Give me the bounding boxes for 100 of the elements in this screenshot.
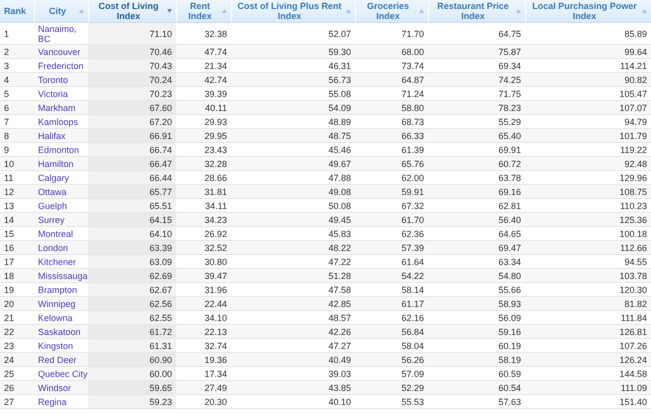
- city-link[interactable]: Windsor: [38, 382, 72, 392]
- table-cell: 107.26: [525, 338, 651, 352]
- table-cell: 68.00: [355, 44, 428, 58]
- city-link[interactable]: Regina: [38, 396, 67, 406]
- city-link[interactable]: Kamloops: [38, 116, 78, 126]
- table-cell: 59.23: [88, 394, 176, 408]
- city-link[interactable]: Kitchener: [38, 256, 76, 266]
- table-cell: 40.49: [231, 352, 355, 366]
- city-link[interactable]: Montreal: [38, 228, 74, 238]
- table-cell: 55.29: [428, 114, 525, 128]
- table-cell: 56.40: [428, 212, 525, 226]
- rank-cell: 8: [0, 128, 34, 142]
- table-cell: 54.80: [428, 268, 525, 282]
- table-cell: 20.30: [176, 394, 231, 408]
- column-header[interactable]: Rent Index: [176, 0, 231, 22]
- table-cell: 60.54: [428, 380, 525, 394]
- rank-cell: 12: [0, 184, 34, 198]
- table-cell: 46.31: [231, 58, 355, 72]
- rank-cell: 24: [0, 352, 34, 366]
- table-cell: 112.66: [525, 240, 651, 254]
- column-header[interactable]: Restaurant Price Index: [428, 0, 525, 22]
- city-link[interactable]: Brampton: [38, 284, 78, 294]
- table-cell: 66.91: [88, 128, 176, 142]
- table-cell: 69.91: [428, 142, 525, 156]
- table-cell: 61.70: [355, 212, 428, 226]
- table-cell: 63.78: [428, 170, 525, 184]
- city-link[interactable]: Edmonton: [38, 144, 80, 154]
- table-cell: 64.65: [428, 226, 525, 240]
- table-cell: 40.11: [176, 100, 231, 114]
- table-cell: 65.40: [428, 128, 525, 142]
- city-link[interactable]: Calgary: [38, 172, 70, 182]
- city-link[interactable]: Kelowna: [38, 312, 73, 322]
- table-cell: 47.58: [231, 282, 355, 296]
- table-cell: 100.18: [525, 226, 651, 240]
- rank-cell: 4: [0, 72, 34, 86]
- city-link[interactable]: Hamilton: [38, 158, 74, 168]
- table-cell: 90.82: [525, 72, 651, 86]
- column-header[interactable]: Rank: [0, 0, 34, 22]
- table-cell: 51.28: [231, 268, 355, 282]
- table-cell: 17.34: [176, 366, 231, 380]
- table-cell: 126.24: [525, 352, 651, 366]
- table-cell: 59.30: [231, 44, 355, 58]
- city-link[interactable]: Red Deer: [38, 354, 77, 364]
- table-cell: 75.87: [428, 44, 525, 58]
- city-link[interactable]: Surrey: [38, 214, 65, 224]
- table-cell: 114.21: [525, 58, 651, 72]
- table-cell: 48.22: [231, 240, 355, 254]
- rank-cell: 5: [0, 86, 34, 100]
- table-cell: 32.28: [176, 156, 231, 170]
- table-cell: 74.25: [428, 72, 525, 86]
- table-cell: 27.49: [176, 380, 231, 394]
- city-link[interactable]: Mississauga: [38, 270, 88, 280]
- table-cell: 108.75: [525, 184, 651, 198]
- table-cell: 151.40: [525, 394, 651, 408]
- column-header[interactable]: Local Purchasing Power Index: [525, 0, 651, 22]
- table-cell: 54.22: [355, 268, 428, 282]
- table-cell: 31.81: [176, 184, 231, 198]
- table-cell: 73.74: [355, 58, 428, 72]
- table-cell: 81.82: [525, 296, 651, 310]
- table-cell: 55.66: [428, 282, 525, 296]
- rank-cell: 13: [0, 198, 34, 212]
- table-cell: 61.17: [355, 296, 428, 310]
- column-header[interactable]: City: [34, 0, 88, 22]
- table-cell: 49.45: [231, 212, 355, 226]
- table-cell: 70.43: [88, 58, 176, 72]
- table-cell: 61.31: [88, 338, 176, 352]
- city-link[interactable]: Saskatoon: [38, 326, 81, 336]
- table-cell: 58.04: [355, 338, 428, 352]
- column-header[interactable]: Cost of Living Index: [88, 0, 176, 22]
- rank-cell: 20: [0, 296, 34, 310]
- table-cell: 57.63: [428, 394, 525, 408]
- city-link[interactable]: Kingston: [38, 340, 74, 350]
- city-link[interactable]: Markham: [38, 102, 76, 112]
- city-link[interactable]: Toronto: [38, 74, 68, 84]
- city-link[interactable]: Guelph: [38, 200, 68, 210]
- rank-cell: 1: [0, 22, 34, 44]
- city-link[interactable]: London: [38, 242, 68, 252]
- table-cell: 66.33: [355, 128, 428, 142]
- city-link[interactable]: Quebec City: [38, 368, 88, 378]
- city-link[interactable]: Victoria: [38, 88, 68, 98]
- table-cell: 49.67: [231, 156, 355, 170]
- column-header[interactable]: Groceries Index: [355, 0, 428, 22]
- city-link[interactable]: Halifax: [38, 130, 66, 140]
- table-cell: 60.00: [88, 366, 176, 380]
- table-cell: 66.44: [88, 170, 176, 184]
- table-cell: 57.09: [355, 366, 428, 380]
- city-link[interactable]: Winnipeg: [38, 298, 76, 308]
- table-cell: 62.56: [88, 296, 176, 310]
- city-link[interactable]: Fredericton: [38, 60, 84, 70]
- table-cell: 55.53: [355, 394, 428, 408]
- column-header[interactable]: Cost of Living Plus Rent Index: [231, 0, 355, 22]
- table-cell: 48.57: [231, 310, 355, 324]
- table-cell: 69.47: [428, 240, 525, 254]
- table-cell: 59.16: [428, 324, 525, 338]
- table-cell: 107.07: [525, 100, 651, 114]
- table-cell: 32.52: [176, 240, 231, 254]
- city-link[interactable]: Vancouver: [38, 46, 80, 56]
- city-link[interactable]: Nanaimo, BC: [38, 24, 78, 44]
- rank-cell: 22: [0, 324, 34, 338]
- city-link[interactable]: Ottawa: [38, 186, 67, 196]
